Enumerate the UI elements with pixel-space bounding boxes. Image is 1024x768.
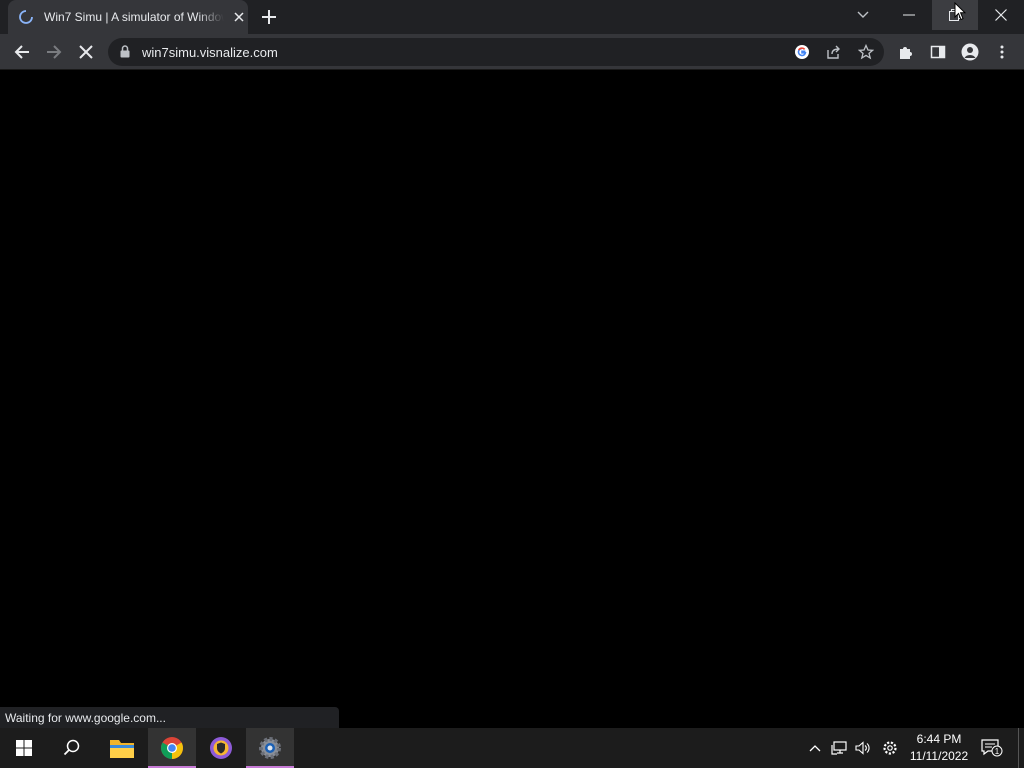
forward-arrow-icon xyxy=(47,45,62,59)
extensions-button[interactable] xyxy=(894,40,918,64)
action-center-button[interactable]: 1 xyxy=(981,738,1003,758)
network-icon[interactable] xyxy=(829,738,849,758)
screen: Win7 Simu | A simulator of Windows 7 xyxy=(0,0,1024,768)
start-button[interactable] xyxy=(0,728,48,768)
status-bubble: Waiting for www.google.com... xyxy=(0,707,339,728)
show-hidden-icons-button[interactable] xyxy=(805,738,825,758)
share-icon[interactable] xyxy=(824,42,844,62)
windows-logo-icon xyxy=(16,740,32,756)
back-button[interactable] xyxy=(10,40,34,64)
mouse-cursor-icon xyxy=(954,2,966,21)
tab-title: Win7 Simu | A simulator of Windows 7 xyxy=(44,10,224,24)
profile-avatar-icon xyxy=(961,43,979,61)
taskbar-file-explorer[interactable] xyxy=(98,728,146,768)
back-arrow-icon xyxy=(14,45,29,59)
chevron-up-icon xyxy=(809,745,821,752)
tab-search-button[interactable] xyxy=(840,0,886,30)
browser-toolbar: win7simu.visnalize.com xyxy=(0,34,1024,70)
loading-spinner-icon xyxy=(18,9,34,25)
stop-x-icon xyxy=(79,45,93,59)
side-panel-button[interactable] xyxy=(926,40,950,64)
volume-icon[interactable] xyxy=(853,738,873,758)
page-content[interactable] xyxy=(0,70,1024,728)
new-tab-button[interactable] xyxy=(260,8,278,26)
taskbar: 6:44 PM 11/11/2022 1 xyxy=(0,728,1024,768)
forward-button[interactable] xyxy=(42,40,66,64)
close-window-button[interactable] xyxy=(978,0,1024,30)
puzzle-icon xyxy=(900,47,912,59)
more-vertical-icon xyxy=(1000,45,1004,59)
lock-icon[interactable] xyxy=(120,45,130,63)
minimize-button[interactable] xyxy=(886,0,932,30)
google-icon[interactable] xyxy=(792,42,812,62)
tab-close-icon[interactable] xyxy=(232,10,246,24)
taskbar-chrome[interactable] xyxy=(148,728,196,768)
clock-date: 11/11/2022 xyxy=(909,749,969,763)
shield-app-icon xyxy=(210,737,232,759)
search-button[interactable] xyxy=(48,728,96,768)
settings-gear-icon[interactable] xyxy=(880,738,900,758)
taskbar-vpn-app[interactable] xyxy=(197,728,245,768)
chrome-menu-button[interactable] xyxy=(990,40,1014,64)
show-desktop-button[interactable] xyxy=(1018,728,1024,768)
bookmark-star-icon[interactable] xyxy=(856,42,876,62)
taskbar-settings-app[interactable] xyxy=(246,728,294,768)
profile-button[interactable] xyxy=(958,40,982,64)
chevron-down-icon xyxy=(857,11,869,18)
notification-count: 1 xyxy=(995,747,1000,756)
browser-tab[interactable]: Win7 Simu | A simulator of Windows 7 xyxy=(8,0,248,34)
url-text[interactable]: win7simu.visnalize.com xyxy=(142,45,278,60)
clock-time: 6:44 PM xyxy=(916,732,962,746)
gear-app-icon xyxy=(259,737,281,759)
search-icon xyxy=(63,739,80,756)
folder-icon xyxy=(110,740,134,758)
address-bar[interactable]: win7simu.visnalize.com xyxy=(108,38,884,66)
side-panel-icon xyxy=(930,45,946,59)
chrome-logo-icon xyxy=(161,737,183,759)
stop-loading-button[interactable] xyxy=(74,40,98,64)
notification-icon: 1 xyxy=(981,739,1003,757)
tab-strip: Win7 Simu | A simulator of Windows 7 xyxy=(0,0,1024,34)
minimize-icon xyxy=(903,14,915,16)
close-icon xyxy=(995,9,1007,21)
taskbar-clock[interactable]: 6:44 PM 11/11/2022 xyxy=(904,731,974,765)
